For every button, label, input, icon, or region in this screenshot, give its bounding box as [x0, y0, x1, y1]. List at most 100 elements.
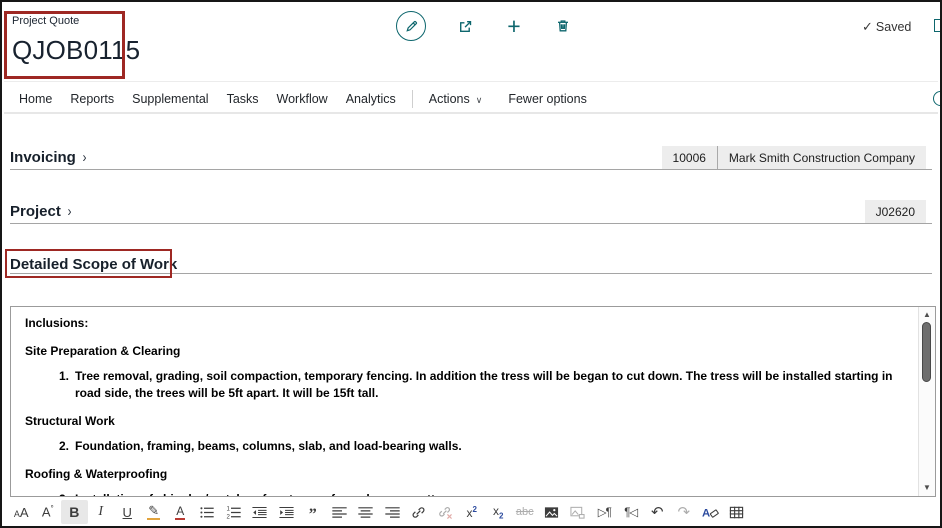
clear-format-button[interactable]: A	[697, 500, 724, 524]
edit-icon	[404, 19, 419, 34]
insert-table-icon	[729, 505, 744, 520]
subscript-button[interactable]: x2	[485, 500, 512, 524]
text-direction-rtl-button[interactable]: ¶◁	[618, 500, 645, 524]
delete-button[interactable]	[553, 11, 573, 41]
menu-item-analytics[interactable]: Analytics	[337, 92, 405, 106]
strikethrough-button: abc	[512, 500, 539, 524]
project-underline	[10, 223, 932, 224]
help-circle-icon[interactable]	[933, 91, 942, 106]
redo-icon: ↷	[677, 503, 690, 521]
scroll-up-arrow[interactable]: ▲	[919, 310, 935, 320]
insert-link-button[interactable]	[406, 500, 433, 524]
scrollbar-thumb[interactable]	[922, 322, 931, 382]
page-caption: Project Quote	[12, 15, 79, 27]
menu-item-home[interactable]: Home	[10, 92, 61, 106]
insert-image-icon	[544, 505, 559, 520]
project-no-field[interactable]: J02620	[865, 200, 926, 223]
decrease-indent-button[interactable]	[247, 500, 274, 524]
scroll-down-arrow[interactable]: ▼	[919, 483, 935, 493]
image-options-button	[565, 500, 592, 524]
invoicing-title: Invoicing	[10, 149, 76, 166]
editor-toolbar: AAA°BIU✎A12”x2x2abc▷¶¶◁↶↷A	[8, 498, 750, 526]
section-header-invoicing[interactable]: Invoicing ›	[10, 149, 87, 166]
align-left-button[interactable]	[326, 500, 353, 524]
editor-list-item: 3.Installation of shingles/metal roof, w…	[49, 491, 907, 496]
bullet-list-button[interactable]	[194, 500, 221, 524]
align-right-icon	[385, 505, 400, 520]
italic-icon: I	[98, 504, 103, 520]
menu-divider	[412, 90, 413, 108]
editor-scrollbar: ▲ ▼	[918, 307, 935, 496]
share-icon	[457, 18, 474, 35]
undo-button[interactable]: ↶	[644, 500, 671, 524]
align-right-button[interactable]	[379, 500, 406, 524]
superscript-button[interactable]: x2	[459, 500, 486, 524]
text-direction-ltr-button[interactable]: ▷¶	[591, 500, 618, 524]
bold-button[interactable]: B	[61, 500, 88, 524]
project-fields: J02620	[865, 200, 926, 223]
image-options-icon	[570, 505, 585, 520]
font-color-button[interactable]: A	[167, 500, 194, 524]
project-quote-page: Project Quote QJOB0115 + ✓ Saved HomeRep…	[0, 0, 942, 528]
customer-no-field[interactable]: 10006	[662, 146, 717, 169]
menu-bar: HomeReportsSupplementalTasksWorkflowAnal…	[10, 86, 596, 112]
editor-content[interactable]: Inclusions:Site Preparation & Clearing1.…	[11, 307, 917, 496]
font-family-button[interactable]: AA	[8, 500, 35, 524]
blockquote-icon: ”	[309, 511, 317, 519]
section-header-project[interactable]: Project ›	[10, 203, 72, 220]
plus-glyph: +	[507, 15, 520, 38]
editor-heading: Structural Work	[25, 413, 907, 430]
increase-indent-button[interactable]	[273, 500, 300, 524]
list-text: Tree removal, grading, soil compaction, …	[75, 368, 907, 402]
section-header-scope[interactable]: Detailed Scope of Work	[10, 256, 177, 273]
insert-table-button[interactable]	[724, 500, 751, 524]
share-button[interactable]	[455, 11, 475, 41]
font-size-button[interactable]: A°	[35, 500, 62, 524]
customer-name-field[interactable]: Mark Smith Construction Company	[718, 146, 926, 169]
font-size-icon: A°	[42, 504, 54, 519]
editor-heading: Inclusions:	[25, 315, 907, 332]
list-text: Foundation, framing, beams, columns, sla…	[75, 438, 907, 455]
increase-indent-icon	[279, 505, 294, 520]
list-number: 2.	[49, 438, 69, 455]
menu-item-actions[interactable]: Actions∨	[420, 92, 492, 106]
remove-link-button	[432, 500, 459, 524]
remove-link-icon	[438, 505, 453, 520]
bullet-list-icon	[199, 505, 214, 520]
menu-item-fewer-options[interactable]: Fewer options	[499, 92, 596, 106]
highlight-color-icon: ✎	[148, 504, 159, 520]
editor-heading: Roofing & Waterproofing	[25, 466, 907, 483]
clear-format-icon: A	[702, 505, 719, 520]
underline-icon: U	[123, 505, 132, 520]
text-direction-ltr-icon: ▷¶	[598, 505, 611, 519]
editor-list-item: 1.Tree removal, grading, soil compaction…	[49, 368, 907, 402]
menu-item-supplemental[interactable]: Supplemental	[123, 92, 217, 106]
edit-button[interactable]	[396, 11, 426, 41]
header-action-bar: +	[396, 11, 573, 41]
undo-icon: ↶	[651, 503, 664, 521]
numbered-list-icon: 12	[226, 505, 241, 520]
checkmark-icon: ✓	[862, 19, 873, 35]
editor-list-item: 2. Foundation, framing, beams, columns, s…	[49, 438, 907, 455]
menu-item-workflow[interactable]: Workflow	[268, 92, 337, 106]
edit-icon	[396, 11, 426, 41]
underline-button[interactable]: U	[114, 500, 141, 524]
new-button[interactable]: +	[504, 11, 524, 41]
menu-item-reports[interactable]: Reports	[61, 92, 123, 106]
blockquote-button[interactable]: ”	[300, 500, 327, 524]
align-center-icon	[358, 505, 373, 520]
invoicing-fields: 10006 Mark Smith Construction Company	[662, 146, 926, 169]
insert-image-button[interactable]	[538, 500, 565, 524]
numbered-list-button[interactable]: 12	[220, 500, 247, 524]
highlight-color-button[interactable]: ✎	[141, 500, 168, 524]
menu-item-tasks[interactable]: Tasks	[218, 92, 268, 106]
italic-button[interactable]: I	[88, 500, 115, 524]
redo-button: ↷	[671, 500, 698, 524]
list-text: Installation of shingles/metal roof, wat…	[75, 491, 907, 496]
svg-text:A: A	[702, 507, 710, 519]
expand-window-icon[interactable]	[934, 19, 942, 32]
align-center-button[interactable]	[353, 500, 380, 524]
font-color-icon: A	[176, 504, 184, 520]
menu-bar-divider	[4, 112, 938, 114]
page-title: QJOB0115	[12, 35, 140, 66]
